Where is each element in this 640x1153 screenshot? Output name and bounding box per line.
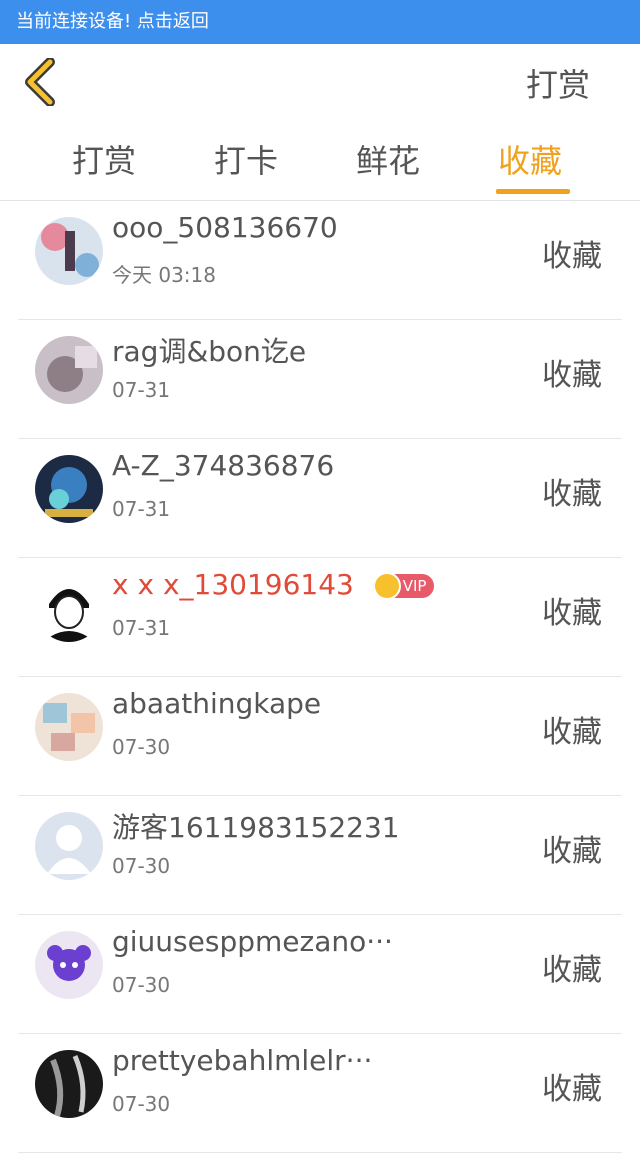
avatar[interactable] [35, 931, 103, 999]
user-name: 游客1611983152231 [112, 811, 400, 844]
favorites-list: ooo_508136670 今天 03:18 收藏 rag调&bon讫e 07-… [0, 201, 640, 1153]
active-tab-indicator [496, 189, 570, 194]
action-label: 收藏 [542, 953, 602, 988]
avatar[interactable] [35, 812, 103, 880]
vip-badge: VIP [372, 572, 435, 600]
list-item[interactable]: A-Z_374836876 07-31 收藏 [18, 439, 622, 558]
list-item[interactable]: 游客1611983152231 07-30 收藏 [18, 796, 622, 915]
crown-icon [372, 572, 401, 600]
timestamp: 07-30 [112, 973, 171, 997]
list-item[interactable]: giuusesppmezano··· 07-30 收藏 [18, 915, 622, 1034]
action-label: 收藏 [542, 358, 602, 393]
connection-status-bar[interactable]: 当前连接设备! 点击返回 [0, 0, 640, 44]
tab-reward[interactable]: 打赏 [72, 136, 136, 182]
action-label: 收藏 [542, 477, 602, 512]
timestamp: 07-30 [112, 1092, 171, 1116]
action-label: 收藏 [542, 834, 602, 869]
timestamp: 07-31 [112, 497, 171, 521]
action-label: 收藏 [542, 239, 602, 274]
avatar[interactable] [35, 693, 103, 761]
timestamp: 07-30 [112, 854, 171, 878]
tab-bar: 打赏 打卡 鲜花 收藏 [0, 120, 640, 201]
user-name-text: x x x_130196143 [112, 568, 354, 601]
user-name: abaathingkape [112, 687, 322, 720]
action-label: 收藏 [542, 715, 602, 750]
back-button[interactable] [22, 57, 62, 107]
user-name: giuusesppmezano··· [112, 925, 393, 958]
timestamp: 今天 03:18 [112, 263, 216, 287]
page-title: 打赏 [525, 66, 590, 104]
timestamp: 07-31 [112, 378, 171, 402]
list-item[interactable]: ooo_508136670 今天 03:18 收藏 [18, 201, 622, 320]
avatar[interactable] [35, 1050, 103, 1118]
top-bar: 打赏 [0, 44, 640, 120]
chevron-left-icon [25, 57, 55, 107]
vip-badge-label: VIP [402, 577, 427, 595]
tab-flowers[interactable]: 鲜花 [356, 136, 420, 182]
action-label: 收藏 [542, 596, 602, 631]
user-name: ooo_508136670 [112, 211, 338, 244]
avatar[interactable] [35, 217, 103, 285]
action-label: 收藏 [542, 1072, 602, 1107]
timestamp: 07-30 [112, 735, 171, 759]
user-name: x x x_130196143 VIP [112, 568, 435, 601]
avatar[interactable] [35, 574, 103, 642]
user-name: A-Z_374836876 [112, 449, 335, 482]
list-item[interactable]: rag调&bon讫e 07-31 收藏 [18, 320, 622, 439]
user-name: rag调&bon讫e [112, 335, 307, 368]
connection-status-text: 当前连接设备! 点击返回 [16, 11, 209, 32]
timestamp: 07-31 [112, 616, 171, 640]
avatar[interactable] [35, 455, 103, 523]
list-item[interactable]: abaathingkape 07-30 收藏 [18, 677, 622, 796]
user-name: prettyebahlmlelr··· [112, 1044, 373, 1077]
tab-checkin[interactable]: 打卡 [214, 136, 278, 182]
list-item[interactable]: prettyebahlmlelr··· 07-30 收藏 [18, 1034, 622, 1153]
avatar[interactable] [35, 336, 103, 404]
list-item[interactable]: x x x_130196143 VIP 07-31 收藏 [18, 558, 622, 677]
tab-favorites[interactable]: 收藏 [498, 136, 562, 182]
